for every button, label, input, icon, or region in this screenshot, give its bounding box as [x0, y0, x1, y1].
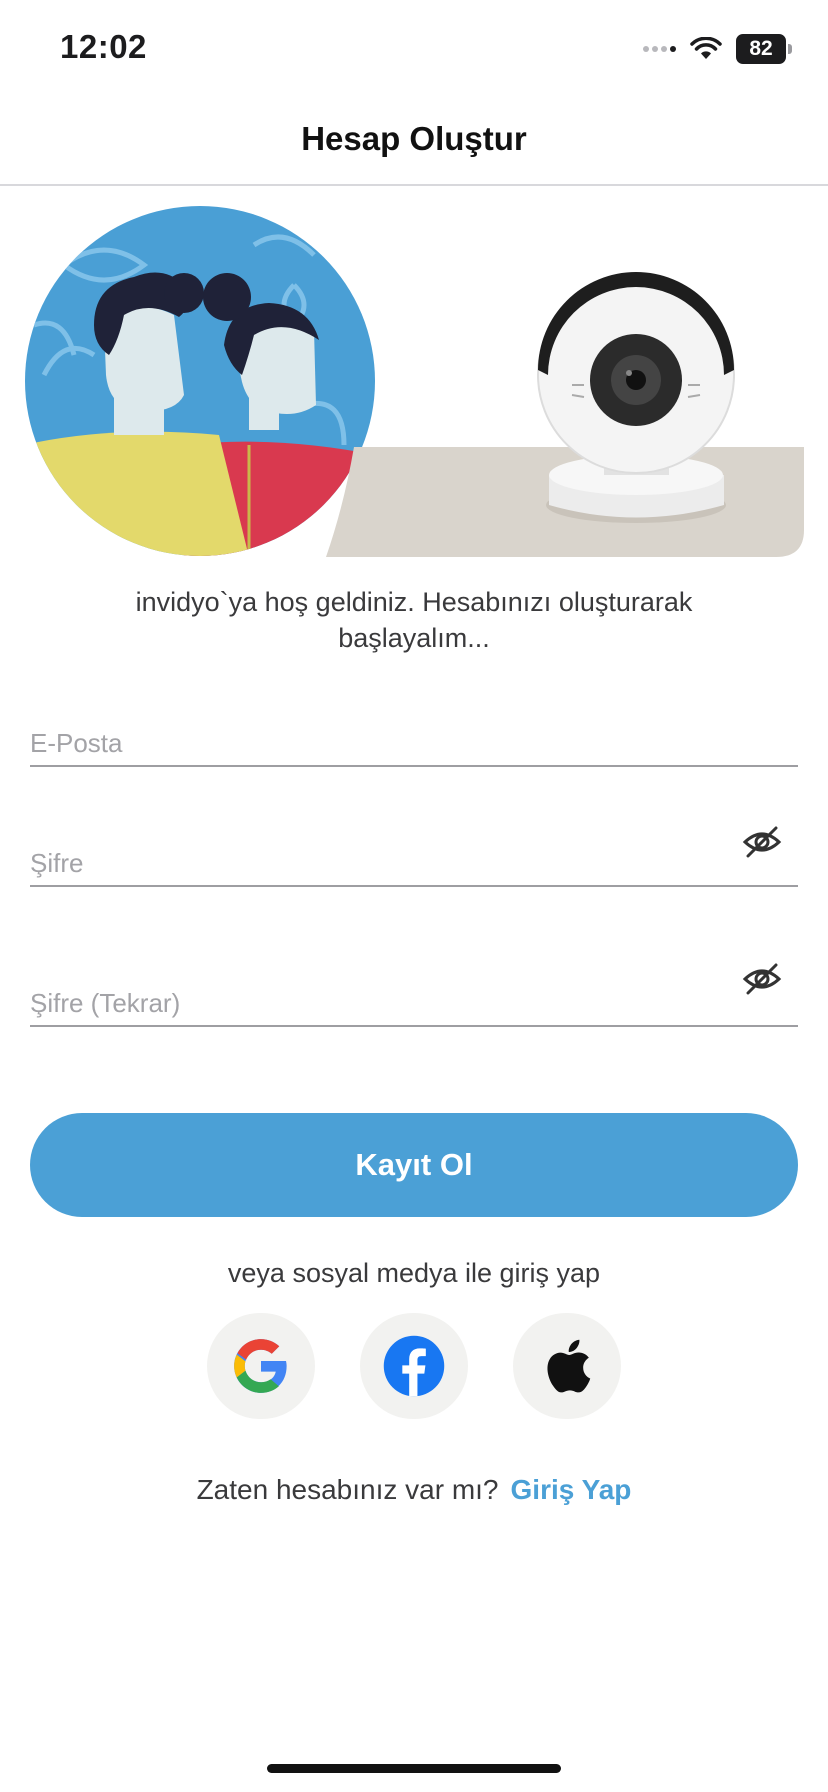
cellular-signal-icon — [643, 46, 676, 52]
google-icon — [234, 1339, 287, 1393]
battery-level: 82 — [736, 34, 786, 64]
status-icons: 82 — [643, 34, 792, 64]
social-login-caption: veya sosyal medya ile giriş yap — [227, 1258, 601, 1288]
password-repeat-field-container — [30, 936, 798, 1027]
login-question: Zaten hesabınız var mı? — [196, 1474, 499, 1505]
wifi-icon — [690, 37, 722, 59]
couple-illustration — [25, 206, 375, 556]
eye-slash-icon[interactable] — [742, 824, 782, 860]
social-login-row — [207, 1313, 621, 1419]
login-prompt: Zaten hesabınız var mı? Giriş Yap — [0, 1474, 828, 1506]
page-title: Hesap Oluştur — [301, 120, 527, 157]
password-repeat-field[interactable] — [30, 988, 710, 1019]
password-field[interactable] — [30, 848, 710, 879]
google-login-button[interactable] — [207, 1313, 315, 1419]
apple-login-button[interactable] — [513, 1313, 621, 1419]
facebook-login-button[interactable] — [360, 1313, 468, 1419]
apple-icon — [547, 1339, 591, 1393]
eye-slash-icon[interactable] — [742, 961, 782, 997]
status-time: 12:02 — [60, 28, 147, 65]
welcome-text: invidyo`ya hoş geldiniz. Hesabınızı oluş… — [135, 587, 693, 653]
login-link[interactable]: Giriş Yap — [511, 1474, 632, 1505]
facebook-icon — [383, 1335, 445, 1397]
baby-camera-illustration — [537, 272, 735, 523]
password-field-container — [30, 806, 798, 887]
home-indicator — [267, 1764, 561, 1773]
email-field[interactable] — [30, 728, 710, 759]
status-bar: 12:02 82 — [0, 0, 828, 98]
hero-illustration — [24, 205, 804, 557]
battery-icon: 82 — [736, 34, 792, 64]
register-button[interactable]: Kayıt Ol — [30, 1113, 798, 1217]
navigation-bar: Hesap Oluştur — [0, 98, 828, 186]
email-field-container — [30, 706, 798, 767]
